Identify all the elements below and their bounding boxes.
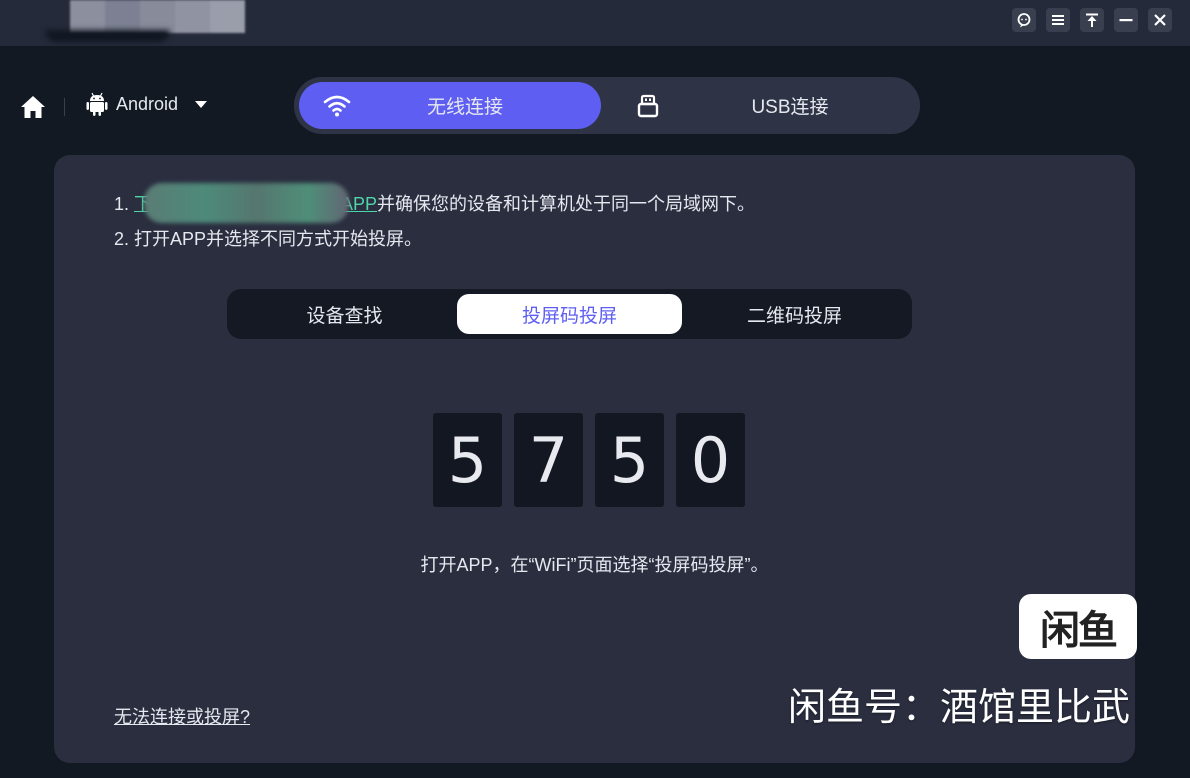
instruction-step-1: 1. 下 APP并确保您的设备和计算机处于同一个局域网下。 <box>114 183 756 225</box>
tab-qr-code[interactable]: 二维码投屏 <box>687 294 902 334</box>
wireless-connect-label: 无线连接 <box>426 97 503 118</box>
cast-code-digit: 0 <box>676 413 745 507</box>
usb-icon <box>637 94 659 118</box>
cast-code-digit: 5 <box>595 413 664 507</box>
home-icon[interactable] <box>20 94 46 120</box>
chevron-down-icon <box>195 101 208 108</box>
title-bar <box>0 0 1190 46</box>
app-logo-blurred <box>70 0 245 33</box>
pin-top-button[interactable] <box>1080 8 1104 32</box>
connection-mode-switch: 无线连接 USB连接 <box>294 77 920 134</box>
usb-connect-button[interactable]: USB连接 <box>610 82 910 129</box>
cast-hint: 打开APP，在“WiFi”页面选择“投屏码投屏”。 <box>420 555 769 575</box>
xianyu-logo: 闲鱼 <box>1019 594 1137 659</box>
cast-code-digit: 5 <box>433 413 502 507</box>
close-icon <box>1154 14 1166 26</box>
window-controls <box>1012 8 1172 32</box>
close-button[interactable] <box>1148 8 1172 32</box>
usb-connect-label: USB连接 <box>751 97 829 118</box>
instruction-step-2: 2. 打开APP并选择不同方式开始投屏。 <box>114 229 423 249</box>
redacted-app-name <box>144 183 350 223</box>
cast-code-digit: 7 <box>514 413 583 507</box>
tab-cast-code[interactable]: 投屏码投屏 <box>457 294 682 334</box>
tab-device-search[interactable]: 设备查找 <box>237 294 452 334</box>
step1-prefix: 1. <box>114 193 135 214</box>
minimize-icon <box>1119 19 1133 22</box>
os-label: Android <box>116 93 179 114</box>
pin-top-icon <box>1086 13 1098 27</box>
minimize-button[interactable] <box>1114 8 1138 32</box>
wireless-connect-button[interactable]: 无线连接 <box>299 82 601 129</box>
step1-text: 并确保您的设备和计算机处于同一个局域网下。 <box>377 193 756 214</box>
xianyu-logo-text: 闲鱼 <box>1040 608 1118 653</box>
main-panel: 1. 下 APP并确保您的设备和计算机处于同一个局域网下。 2. 打开APP并选择… <box>54 155 1135 763</box>
cast-method-tabs: 设备查找 投屏码投屏 二维码投屏 <box>227 289 912 339</box>
cast-code: 5 7 5 0 <box>433 413 745 507</box>
watermark-text: 闲鱼号：酒馆里比武 <box>788 687 1131 729</box>
wifi-icon <box>323 95 351 117</box>
android-icon <box>86 92 108 116</box>
help-link[interactable]: 无法连接或投屏? <box>114 703 250 729</box>
os-selector[interactable]: Android <box>86 92 208 116</box>
menu-icon <box>1052 15 1064 25</box>
feedback-icon <box>1017 13 1031 28</box>
logo-shadow <box>45 30 170 42</box>
nav-divider <box>64 98 65 116</box>
menu-button[interactable] <box>1046 8 1070 32</box>
feedback-button[interactable] <box>1012 8 1036 32</box>
